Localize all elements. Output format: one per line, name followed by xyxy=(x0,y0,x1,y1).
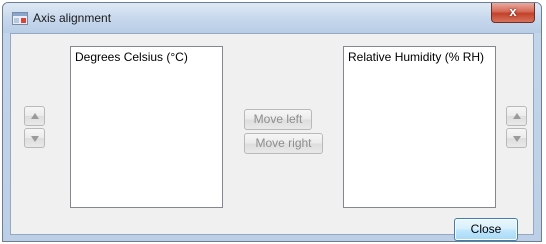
triangle-down-icon xyxy=(31,136,39,142)
triangle-up-icon xyxy=(31,113,39,119)
app-window-icon xyxy=(12,12,28,25)
right-move-up-button[interactable] xyxy=(506,106,527,126)
left-move-up-button[interactable] xyxy=(24,106,45,126)
title-bar[interactable]: Axis alignment x xyxy=(3,3,541,33)
move-right-button[interactable]: Move right xyxy=(244,133,323,154)
window-close-button[interactable]: x xyxy=(491,3,535,23)
right-move-down-button[interactable] xyxy=(506,128,527,148)
triangle-down-icon xyxy=(513,136,521,142)
move-left-button[interactable]: Move left xyxy=(244,109,312,130)
left-move-down-button[interactable] xyxy=(24,128,45,148)
dialog-window: Axis alignment x Degrees Celsius (°C) Mo… xyxy=(2,2,542,242)
window-title: Axis alignment xyxy=(33,11,112,25)
close-icon: x xyxy=(509,4,517,19)
list-item[interactable]: Relative Humidity (% RH) xyxy=(344,47,495,64)
close-button[interactable]: Close xyxy=(454,218,518,241)
triangle-up-icon xyxy=(513,113,521,119)
list-item[interactable]: Degrees Celsius (°C) xyxy=(71,47,222,64)
left-axis-list[interactable]: Degrees Celsius (°C) xyxy=(70,46,223,208)
right-axis-list[interactable]: Relative Humidity (% RH) xyxy=(343,46,496,208)
dialog-content: Degrees Celsius (°C) Move left Move righ… xyxy=(10,33,534,241)
